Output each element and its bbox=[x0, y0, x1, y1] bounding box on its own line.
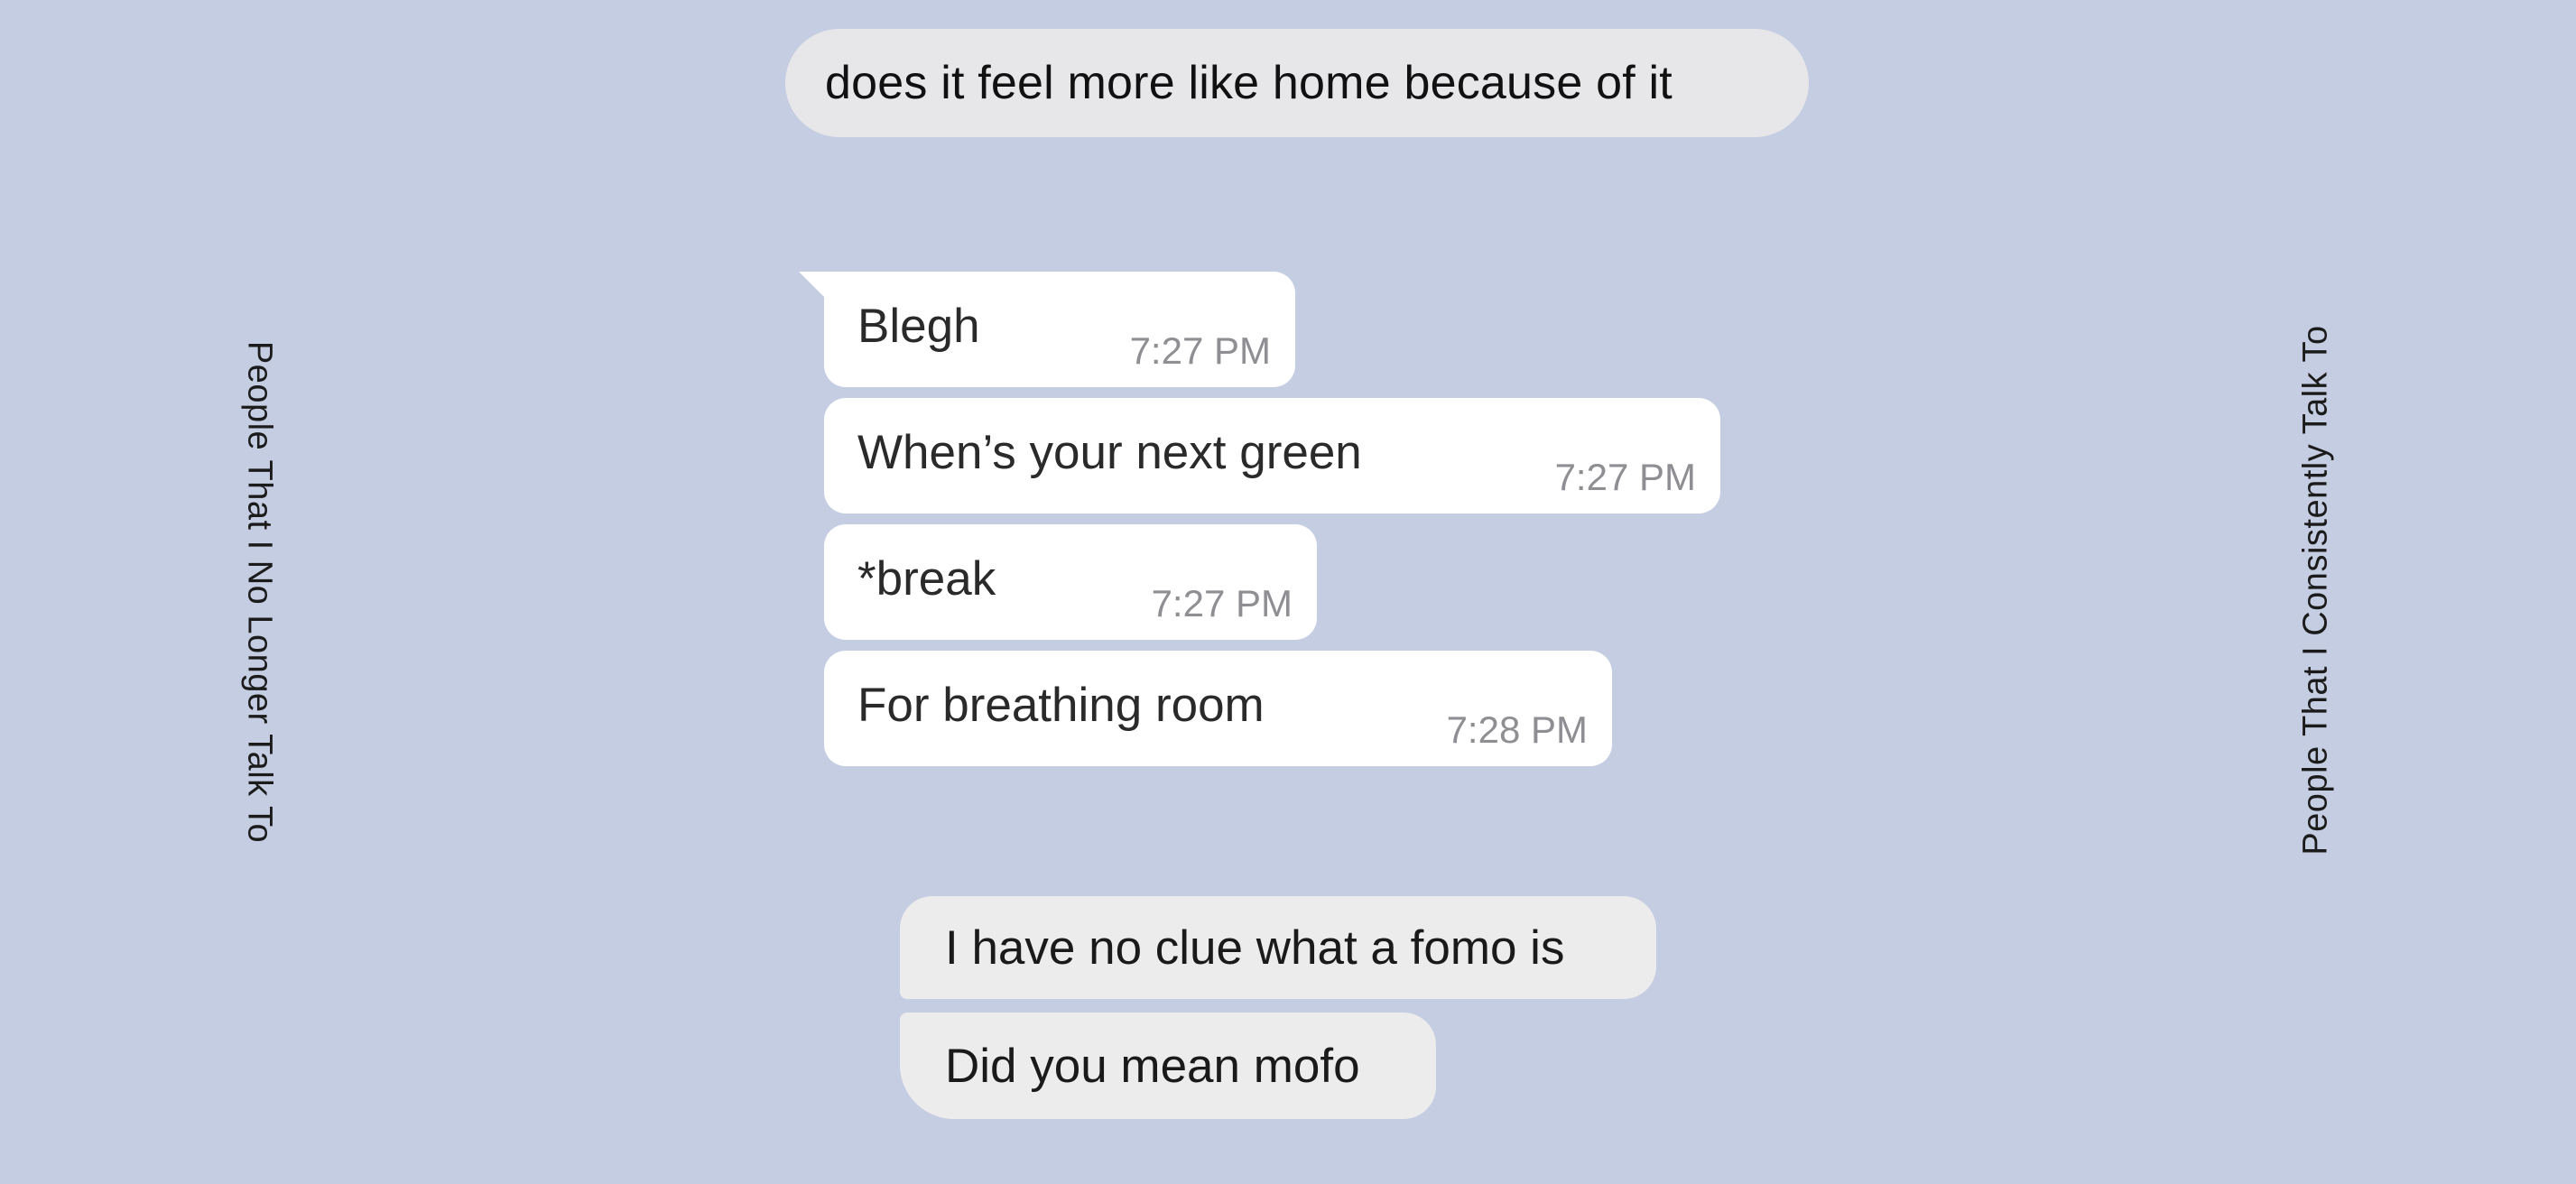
message-text: For breathing room bbox=[857, 679, 1265, 732]
received-message-bubble: I have no clue what a fomo is bbox=[900, 896, 1656, 999]
message-timestamp: 7:27 PM bbox=[1129, 329, 1271, 372]
message-timestamp: 7:27 PM bbox=[1554, 456, 1696, 498]
received-message-text: I have no clue what a fomo is bbox=[945, 920, 1565, 975]
left-side-label: People That I No Longer Talk To bbox=[240, 340, 279, 844]
right-side-label: People That I Consistently Talk To bbox=[2296, 325, 2335, 856]
message-timestamp: 7:28 PM bbox=[1446, 708, 1588, 751]
top-message-bubble: does it feel more like home because of i… bbox=[785, 29, 1809, 137]
message-text: Blegh bbox=[857, 300, 980, 353]
message-bubble: For breathing room 7:28 PM bbox=[824, 651, 1612, 766]
message-text: *break bbox=[857, 552, 996, 606]
message-text: When’s your next green bbox=[857, 426, 1362, 479]
message-bubble: Blegh 7:27 PM bbox=[824, 272, 1295, 387]
top-message-text: does it feel more like home because of i… bbox=[825, 57, 1673, 109]
message-bubble: When’s your next green 7:27 PM bbox=[824, 398, 1720, 513]
bubble-tail-icon bbox=[799, 272, 824, 297]
message-timestamp: 7:27 PM bbox=[1151, 582, 1293, 624]
received-message-text: Did you mean mofo bbox=[945, 1039, 1360, 1093]
received-message-bubble: Did you mean mofo bbox=[900, 1013, 1436, 1119]
message-bubble: *break 7:27 PM bbox=[824, 524, 1317, 640]
